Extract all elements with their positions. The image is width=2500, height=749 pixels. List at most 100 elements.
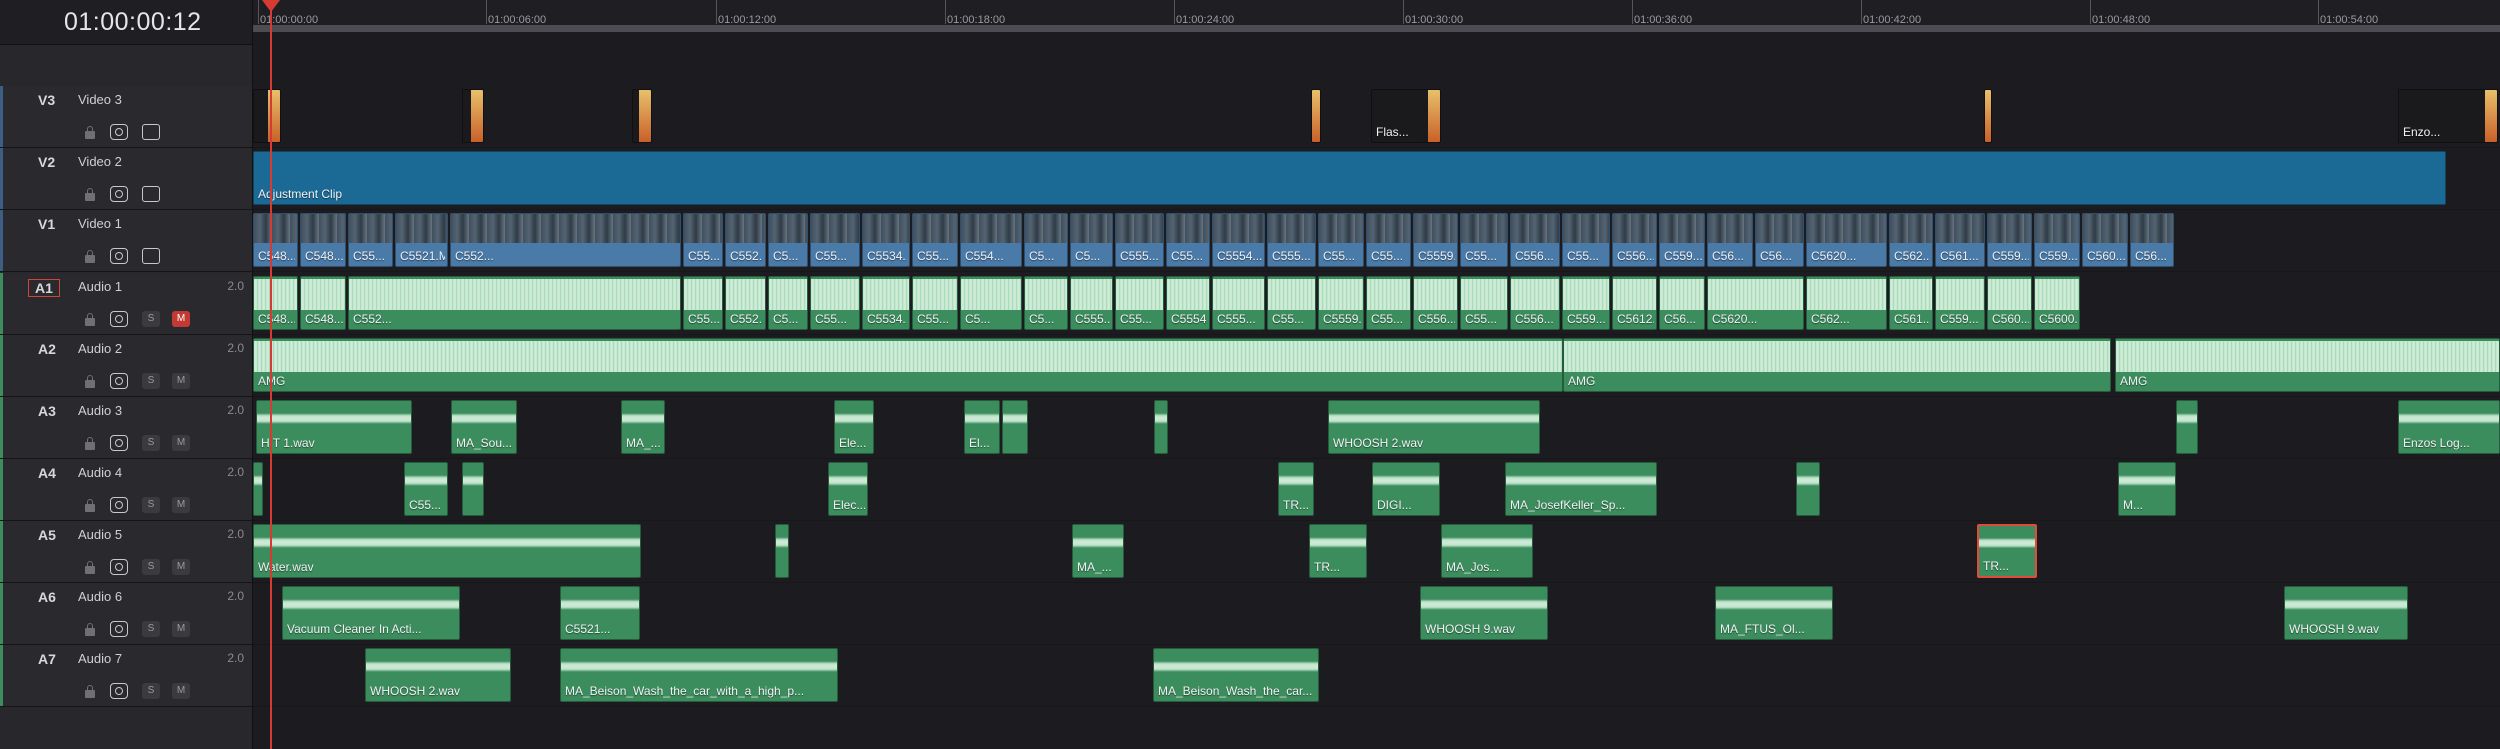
lock-icon[interactable]: [84, 559, 96, 575]
video-clip[interactable]: C55...: [810, 213, 860, 267]
solo-button[interactable]: S: [142, 311, 160, 327]
audio-clip[interactable]: C55...: [1267, 276, 1316, 330]
audio-clip[interactable]: MA_FTUS_Ol...: [1715, 586, 1833, 640]
mute-button[interactable]: M: [172, 435, 190, 451]
video-clip[interactable]: C55...: [912, 213, 958, 267]
auto-select-icon[interactable]: [110, 248, 128, 264]
auto-select-icon[interactable]: [110, 124, 128, 140]
video-clip[interactable]: [253, 89, 281, 143]
lock-icon[interactable]: [84, 497, 96, 513]
solo-button[interactable]: S: [142, 373, 160, 389]
lock-icon[interactable]: [84, 311, 96, 327]
audio-clip[interactable]: Water.wav: [253, 524, 641, 578]
audio-clip[interactable]: C5600....: [2034, 276, 2080, 330]
video-clip[interactable]: C5...: [1024, 213, 1068, 267]
audio-clip[interactable]: Elec...: [828, 462, 868, 516]
audio-clip[interactable]: C5...: [1024, 276, 1068, 330]
track-name[interactable]: Video 2: [78, 154, 122, 169]
audio-clip[interactable]: C5521...: [560, 586, 640, 640]
audio-clip[interactable]: [1796, 462, 1820, 516]
audio-clip[interactable]: Enzos Log...: [2398, 400, 2500, 454]
video-clip[interactable]: C5620...: [1806, 213, 1887, 267]
track-name[interactable]: Audio 2: [78, 341, 122, 356]
lock-icon[interactable]: [84, 373, 96, 389]
video-clip[interactable]: C55...: [1166, 213, 1210, 267]
audio-clip[interactable]: DIGI...: [1372, 462, 1440, 516]
video-clip[interactable]: C56...: [2130, 213, 2174, 267]
video-clip[interactable]: C56...: [1707, 213, 1753, 267]
video-toggle-icon[interactable]: [142, 186, 160, 202]
video-clip[interactable]: C552...: [450, 213, 681, 267]
video-clip[interactable]: C560...: [2082, 213, 2128, 267]
timecode-display[interactable]: 01:00:00:12: [0, 0, 252, 45]
track-name[interactable]: Audio 4: [78, 465, 122, 480]
auto-select-icon[interactable]: [110, 435, 128, 451]
audio-clip[interactable]: C5559...: [1318, 276, 1364, 330]
video-clip[interactable]: C555...: [1267, 213, 1316, 267]
audio-clip[interactable]: C55...: [683, 276, 723, 330]
audio-clip[interactable]: H T 1.wav: [256, 400, 412, 454]
auto-select-icon[interactable]: [110, 186, 128, 202]
audio-clip[interactable]: TR...: [1309, 524, 1367, 578]
video-clip[interactable]: C55...: [1318, 213, 1364, 267]
video-clip[interactable]: C559...: [2034, 213, 2080, 267]
video-clip[interactable]: C55...: [348, 213, 393, 267]
audio-clip[interactable]: [2176, 400, 2198, 454]
video-clip[interactable]: C559...: [1659, 213, 1705, 267]
audio-clip[interactable]: C5620...: [1707, 276, 1804, 330]
video-clip[interactable]: C5521.MP4: [395, 213, 448, 267]
audio-clip[interactable]: TR...: [1278, 462, 1314, 516]
audio-clip[interactable]: M...: [2118, 462, 2176, 516]
auto-select-icon[interactable]: [110, 559, 128, 575]
auto-select-icon[interactable]: [110, 621, 128, 637]
mute-button[interactable]: M: [172, 621, 190, 637]
video-clip[interactable]: [1984, 89, 1992, 143]
ruler-scrub-bar[interactable]: [253, 25, 2500, 32]
video-clip[interactable]: C554...: [960, 213, 1022, 267]
auto-select-icon[interactable]: [110, 373, 128, 389]
audio-clip[interactable]: C562...: [1806, 276, 1887, 330]
audio-clip[interactable]: C5...: [960, 276, 1022, 330]
audio-clip[interactable]: MA_JosefKeller_Sp...: [1505, 462, 1657, 516]
audio-clip[interactable]: AMG: [253, 338, 1563, 392]
playhead-line[interactable]: [270, 0, 272, 749]
audio-clip[interactable]: WHOOSH 2.wav: [1328, 400, 1540, 454]
mute-button[interactable]: M: [172, 497, 190, 513]
solo-button[interactable]: S: [142, 497, 160, 513]
audio-clip[interactable]: C560...: [1987, 276, 2032, 330]
track-name[interactable]: Audio 1: [78, 279, 122, 294]
track-name[interactable]: Audio 5: [78, 527, 122, 542]
audio-clip[interactable]: [462, 462, 484, 516]
track-header-a4[interactable]: A4 Audio 4 2.0 S M: [0, 459, 252, 521]
video-clip[interactable]: C5534...: [862, 213, 910, 267]
audio-clip[interactable]: MA_Beison_Wash_the_car_with_a_high_p...: [560, 648, 838, 702]
audio-clip[interactable]: C55...: [1460, 276, 1508, 330]
audio-clip[interactable]: C559...: [1562, 276, 1610, 330]
audio-clip[interactable]: C556...: [1413, 276, 1458, 330]
video-toggle-icon[interactable]: [142, 124, 160, 140]
track-name[interactable]: Audio 6: [78, 589, 122, 604]
video-clip[interactable]: C55...: [1562, 213, 1610, 267]
audio-clip[interactable]: [775, 524, 789, 578]
mute-button[interactable]: M: [172, 559, 190, 575]
video-clip[interactable]: C55...: [1460, 213, 1508, 267]
audio-clip[interactable]: C55...: [912, 276, 958, 330]
solo-button[interactable]: S: [142, 683, 160, 699]
audio-clip[interactable]: WHOOSH 2.wav: [365, 648, 511, 702]
video-clip[interactable]: C56...: [1755, 213, 1804, 267]
auto-select-icon[interactable]: [110, 311, 128, 327]
track-header-a3[interactable]: A3 Audio 3 2.0 S M: [0, 397, 252, 459]
auto-select-icon[interactable]: [110, 497, 128, 513]
auto-select-icon[interactable]: [110, 683, 128, 699]
audio-clip[interactable]: C5534...: [862, 276, 910, 330]
video-clip[interactable]: C548...: [253, 213, 298, 267]
audio-clip[interactable]: C5612.M...: [1612, 276, 1657, 330]
audio-clip[interactable]: C548...: [300, 276, 346, 330]
video-clip[interactable]: C55...: [683, 213, 723, 267]
lock-icon[interactable]: [84, 124, 96, 140]
audio-clip[interactable]: [1154, 400, 1168, 454]
track-header-a6[interactable]: A6 Audio 6 2.0 S M: [0, 583, 252, 645]
audio-clip[interactable]: C55...: [810, 276, 860, 330]
video-clip[interactable]: C562...: [1889, 213, 1933, 267]
solo-button[interactable]: S: [142, 435, 160, 451]
